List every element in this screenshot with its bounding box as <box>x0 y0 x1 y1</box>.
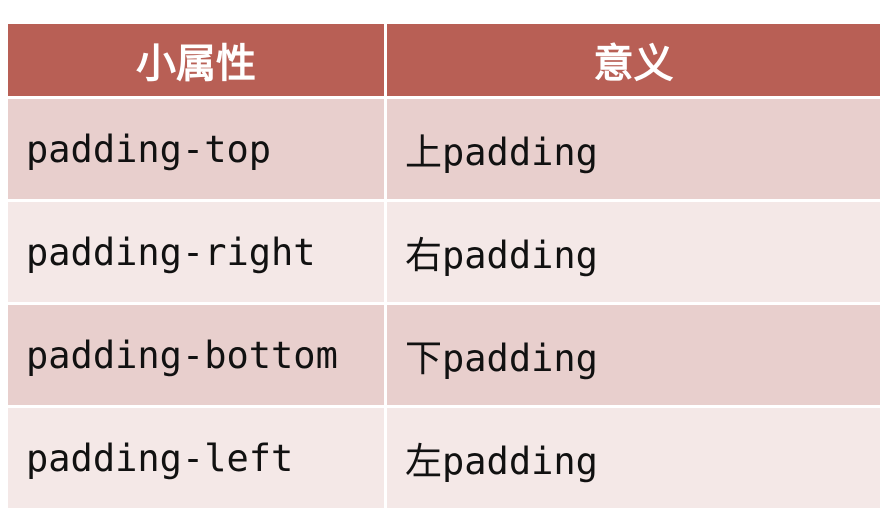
meaning-cell: 左padding <box>387 408 880 508</box>
header-sub-property: 小属性 <box>8 24 387 99</box>
property-cell: padding-bottom <box>8 305 387 408</box>
property-cell: padding-right <box>8 202 387 305</box>
header-meaning: 意义 <box>387 24 880 99</box>
table-row: padding-left 左padding <box>8 408 880 508</box>
padding-properties-table: 小属性 意义 padding-top 上padding padding-righ… <box>8 24 880 508</box>
meaning-cell: 右padding <box>387 202 880 305</box>
table-row: padding-bottom 下padding <box>8 305 880 408</box>
table-row: padding-right 右padding <box>8 202 880 305</box>
table-row: padding-top 上padding <box>8 99 880 202</box>
property-cell: padding-top <box>8 99 387 202</box>
property-cell: padding-left <box>8 408 387 508</box>
table-header-row: 小属性 意义 <box>8 24 880 99</box>
padding-properties-table-container: 小属性 意义 padding-top 上padding padding-righ… <box>8 24 880 508</box>
meaning-cell: 上padding <box>387 99 880 202</box>
meaning-cell: 下padding <box>387 305 880 408</box>
